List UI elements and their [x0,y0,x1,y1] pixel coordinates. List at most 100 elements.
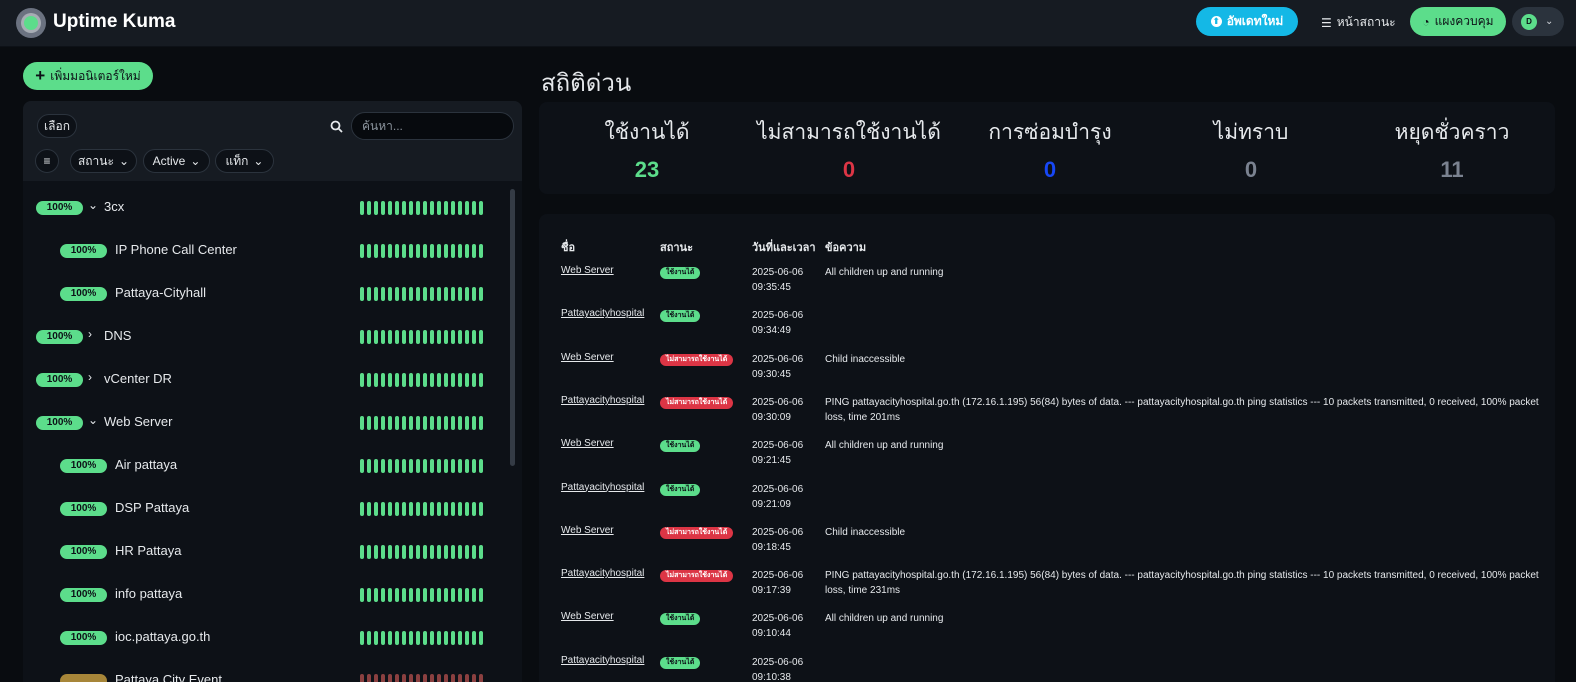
heartbeat-beat [472,545,476,559]
heartbeat-beat [374,416,378,430]
heartbeat-beat [374,201,378,215]
uptime-badge [60,674,107,682]
heartbeat-beat [437,545,441,559]
heartbeat-beat [472,502,476,516]
heartbeat-beat [444,373,448,387]
heartbeat-beat [402,674,406,682]
event-time: 09:35:45 [752,282,791,293]
uptime-badge: 100% [60,244,107,258]
monitor-row[interactable]: 100% info pattaya [23,573,508,616]
heartbeat-beat [423,330,427,344]
heartbeat-beat [416,287,420,301]
chevron-down-icon[interactable]: ⌄ [88,198,98,212]
monitor-row[interactable]: 100% ⌄ Web Server [23,401,508,444]
monitor-row[interactable]: Pattaya City Event [23,659,508,682]
heartbeat-bar [360,201,483,215]
heartbeat-beat [395,588,399,602]
monitor-row[interactable]: 100% HR Pattaya [23,530,508,573]
status-page-link[interactable]: ☰ หน้าสถานะ [1321,13,1396,32]
heartbeat-beat [360,201,364,215]
monitor-list-panel: เลือก ≡ สถานะ ⌄ Active ⌄ แท็ก ⌄ 100% ⌄ 3cx… [23,101,522,682]
monitor-link[interactable]: Pattayacityhospital [561,482,644,493]
heartbeat-beat [409,373,413,387]
heartbeat-beat [465,416,469,430]
dashboard-button[interactable]: ◔ แผงควบคุม [1410,7,1506,36]
heartbeat-beat [395,631,399,645]
monitor-row[interactable]: 100% › vCenter DR [23,358,508,401]
heartbeat-beat [472,330,476,344]
heartbeat-bar [360,545,483,559]
heartbeat-bar [360,244,483,258]
active-filter-label: Active [152,154,186,168]
heartbeat-beat [430,287,434,301]
heartbeat-beat [444,545,448,559]
select-button[interactable]: เลือก [37,114,77,138]
monitor-row[interactable]: 100% Air pattaya [23,444,508,487]
add-monitor-label: เพิ่มมอนิเตอร์ใหม่ [50,68,141,83]
monitor-row[interactable]: 100% DSP Pattaya [23,487,508,530]
tags-filter-dropdown[interactable]: แท็ก ⌄ [215,149,274,173]
stat-label: ไม่สามารถใช้งานได้ [757,121,941,144]
chevron-down-icon[interactable]: ⌄ [88,413,98,427]
heartbeat-beat [381,502,385,516]
heartbeat-beat [465,287,469,301]
heartbeat-beat [458,631,462,645]
uptime-kuma-logo-icon[interactable] [16,8,46,38]
monitor-name: DSP Pattaya [115,500,190,515]
monitor-row[interactable]: 100% ioc.pattaya.go.th [23,616,508,659]
status-filter-dropdown[interactable]: สถานะ ⌄ [70,149,137,173]
filter-menu-button[interactable]: ≡ [35,149,59,173]
monitor-row[interactable]: 100% ⌄ 3cx [23,186,508,229]
monitor-link[interactable]: Web Server [561,352,614,363]
monitor-row[interactable]: 100% IP Phone Call Center [23,229,508,272]
heartbeat-beat [388,588,392,602]
status-badge: ใช้งานได้ [660,440,701,453]
scrollbar[interactable] [510,189,515,466]
monitor-link[interactable]: Pattayacityhospital [561,568,644,579]
heartbeat-beat [416,545,420,559]
filter-lines-icon: ≡ [43,154,51,168]
heartbeat-beat [374,330,378,344]
heartbeat-beat [458,201,462,215]
stat-item: การซ่อมบำรุง 0 [950,116,1150,183]
heartbeat-beat [437,244,441,258]
event-date: 2025-06-06 [752,526,804,538]
status-badge: ใช้งานได้ [660,656,701,669]
monitor-link[interactable]: Web Server [561,525,614,536]
heartbeat-beat [367,287,371,301]
profile-menu[interactable]: D ⌄ [1512,7,1564,36]
heartbeat-beat [423,459,427,473]
event-datetime: 2025-06-06 09:30:09 [752,395,822,425]
heartbeat-bar [360,416,483,430]
chevron-right-icon[interactable]: › [88,327,92,341]
active-filter-dropdown[interactable]: Active ⌄ [143,149,210,173]
monitor-name: 3cx [104,199,125,214]
monitor-row[interactable]: 100% › DNS [23,315,508,358]
monitor-link[interactable]: Pattayacityhospital [561,308,644,319]
stat-label: หยุดชั่วคราว [1394,121,1510,144]
heartbeat-beat [472,631,476,645]
column-header-message: ข้อความ [825,242,867,254]
monitor-link[interactable]: Pattayacityhospital [561,395,644,406]
heartbeat-beat [458,373,462,387]
heartbeat-beat [472,201,476,215]
plus-icon: + [35,66,46,85]
add-monitor-button[interactable]: + เพิ่มมอนิเตอร์ใหม่ [23,62,153,90]
chevron-right-icon[interactable]: › [88,370,92,384]
monitor-link[interactable]: Web Server [561,611,614,622]
heartbeat-beat [360,674,364,682]
monitor-link[interactable]: Web Server [561,438,614,449]
update-button-label: อัพเดทใหม่ [1226,14,1284,28]
app-title[interactable]: Uptime Kuma [53,11,175,33]
heartbeat-beat [479,502,483,516]
event-datetime: 2025-06-06 09:17:39 [752,568,822,598]
select-button-label: เลือก [44,118,70,133]
monitor-row[interactable]: 100% Pattaya-Cityhall [23,272,508,315]
update-button[interactable]: ⬆ อัพเดทใหม่ [1196,7,1298,36]
heartbeat-beat [402,631,406,645]
stat-label: ใช้งานได้ [604,121,690,144]
monitor-link[interactable]: Web Server [561,265,614,276]
monitor-link[interactable]: Pattayacityhospital [561,655,644,666]
heartbeat-beat [416,502,420,516]
search-input[interactable] [351,112,514,140]
